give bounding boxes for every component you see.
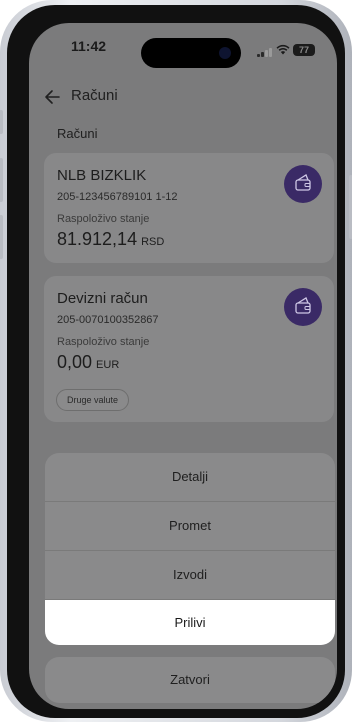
balance-label: Raspoloživo stanje bbox=[57, 213, 150, 225]
sheet-item-details[interactable]: Detalji bbox=[45, 453, 335, 501]
balance-amount: 0,00 EUR bbox=[57, 352, 119, 373]
sheet-item-statements[interactable]: Izvodi bbox=[45, 551, 335, 599]
amount-value: 81.912,14 bbox=[57, 229, 138, 249]
account-name: Devizni račun bbox=[57, 290, 148, 307]
status-bar: 11:42 77 bbox=[29, 23, 337, 69]
account-card[interactable]: NLB BIZKLIK 205-123456789101 1-12 Raspol… bbox=[44, 153, 334, 263]
account-card[interactable]: Devizni račun 205-0070100352867 Raspolož… bbox=[44, 276, 334, 422]
wallet-icon[interactable] bbox=[284, 288, 322, 326]
account-number: 205-123456789101 1-12 bbox=[57, 191, 178, 203]
action-button bbox=[0, 110, 3, 134]
account-name: NLB BIZKLIK bbox=[57, 167, 147, 184]
wifi-icon bbox=[276, 44, 290, 58]
dynamic-island bbox=[141, 38, 241, 68]
page-title: Računi bbox=[71, 87, 118, 104]
volume-down-button bbox=[0, 215, 3, 259]
balance-amount: 81.912,14 RSD bbox=[57, 229, 164, 250]
phone-frame: 11:42 77 Računi Računi NLB BIZKLIK 205-1… bbox=[0, 0, 352, 722]
wallet-icon[interactable] bbox=[284, 165, 322, 203]
section-title: Računi bbox=[57, 126, 98, 141]
balance-label: Raspoloživo stanje bbox=[57, 336, 150, 348]
phone-bezel: 11:42 77 Računi Računi NLB BIZKLIK 205-1… bbox=[7, 5, 345, 718]
camera-icon bbox=[219, 47, 231, 59]
back-arrow-icon[interactable] bbox=[43, 85, 61, 109]
amount-value: 0,00 bbox=[57, 352, 93, 372]
close-button[interactable]: Zatvori bbox=[45, 657, 335, 703]
screen: 11:42 77 Računi Računi NLB BIZKLIK 205-1… bbox=[29, 23, 337, 709]
currency: RSD bbox=[141, 236, 165, 248]
signal-icon bbox=[257, 47, 273, 57]
status-time: 11:42 bbox=[71, 38, 107, 54]
other-currencies-button[interactable]: Druge valute bbox=[56, 389, 130, 411]
action-sheet: Detalji Promet Izvodi Prilivi bbox=[45, 453, 335, 645]
battery-icon: 77 bbox=[293, 44, 315, 56]
currency: EUR bbox=[96, 359, 120, 371]
sheet-item-transactions[interactable]: Promet bbox=[45, 502, 335, 550]
sheet-item-inflows[interactable]: Prilivi bbox=[45, 600, 335, 645]
account-number: 205-0070100352867 bbox=[57, 314, 159, 326]
battery-level: 77 bbox=[298, 45, 309, 55]
volume-up-button bbox=[0, 158, 3, 202]
